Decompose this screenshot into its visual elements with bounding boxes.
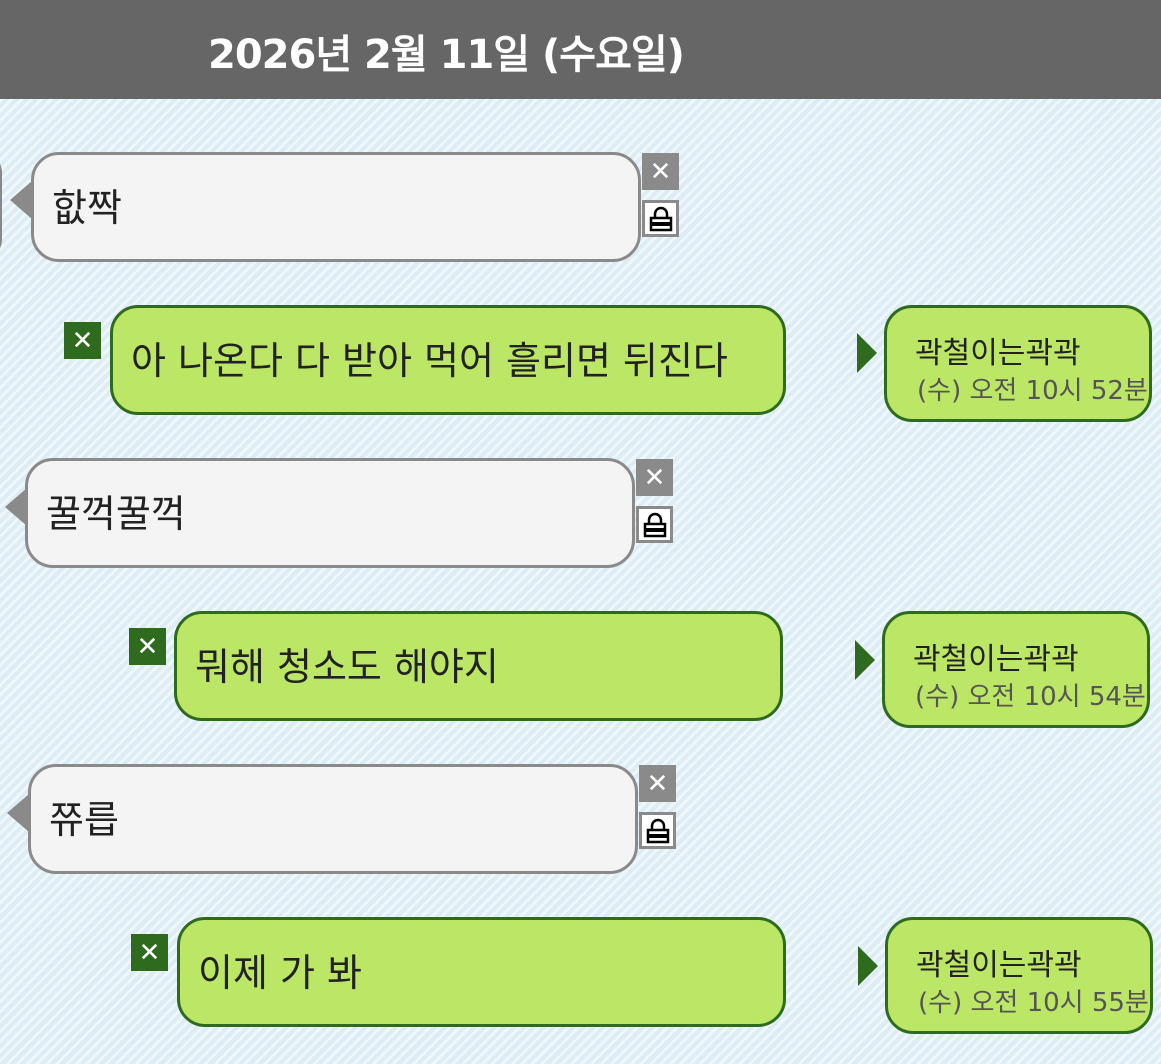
outgoing-message-bubble[interactable]: 이제 가 봐	[177, 917, 786, 1027]
bubble-tail	[10, 181, 32, 219]
message-text: 아 나온다 다 받아 먹어 흘리면 뒤진다	[131, 339, 728, 383]
bubble-tail	[5, 488, 27, 526]
sender-name: 곽철이는곽곽	[913, 642, 1079, 677]
message-text: 뭐해 청소도 해야지	[195, 645, 499, 689]
close-icon: ✕	[649, 156, 672, 187]
lock-message-button[interactable]	[642, 200, 679, 237]
outgoing-message-bubble[interactable]: 아 나온다 다 받아 먹어 흘리면 뒤진다	[110, 305, 786, 415]
sender-name: 곽철이는곽곽	[915, 336, 1081, 371]
close-icon: ✕	[138, 937, 161, 968]
outgoing-message-bubble[interactable]: 뭐해 청소도 해야지	[174, 611, 783, 721]
delete-message-button[interactable]: ✕	[131, 934, 168, 971]
message-text: 쮸릅	[49, 798, 119, 842]
incoming-message-bubble[interactable]: 핪짝	[31, 152, 641, 262]
bubble-tail	[7, 794, 29, 832]
incoming-message-bubble[interactable]: 꿀꺽꿀꺽	[25, 458, 635, 568]
lock-message-button[interactable]	[636, 506, 673, 543]
message-text: 이제 가 봐	[198, 951, 362, 995]
message-meta: 곽철이는곽곽 (수) 오전 10시 52분	[884, 305, 1152, 422]
date-header: 2026년 2월 11일 (수요일)	[0, 0, 1161, 99]
date-title: 2026년 2월 11일 (수요일)	[208, 32, 685, 78]
sender-name: 곽철이는곽곽	[916, 948, 1082, 983]
partial-bubble-edge	[0, 152, 2, 260]
delete-message-button[interactable]: ✕	[64, 322, 101, 359]
lock-icon	[646, 818, 669, 843]
lock-message-button[interactable]	[639, 812, 676, 849]
close-icon: ✕	[136, 631, 159, 662]
message-text: 꿀꺽꿀꺽	[46, 492, 186, 536]
lock-icon	[649, 206, 672, 231]
delete-message-button[interactable]: ✕	[129, 628, 166, 665]
delete-message-button[interactable]: ✕	[639, 765, 676, 802]
message-time: (수) 오전 10시 52분	[917, 376, 1148, 406]
delete-message-button[interactable]: ✕	[642, 153, 679, 190]
message-text: 핪짝	[52, 186, 122, 230]
close-icon: ✕	[646, 768, 669, 799]
incoming-message-bubble[interactable]: 쮸릅	[28, 764, 638, 874]
close-icon: ✕	[71, 325, 94, 356]
bubble-tail	[858, 946, 878, 986]
message-time: (수) 오전 10시 54분	[915, 682, 1146, 712]
message-time: (수) 오전 10시 55분	[918, 988, 1149, 1018]
delete-message-button[interactable]: ✕	[636, 459, 673, 496]
lock-icon	[643, 512, 666, 537]
message-meta: 곽철이는곽곽 (수) 오전 10시 55분	[885, 917, 1153, 1034]
message-meta: 곽철이는곽곽 (수) 오전 10시 54분	[882, 611, 1150, 728]
bubble-tail	[855, 640, 875, 680]
close-icon: ✕	[643, 462, 666, 493]
bubble-tail	[857, 333, 877, 373]
